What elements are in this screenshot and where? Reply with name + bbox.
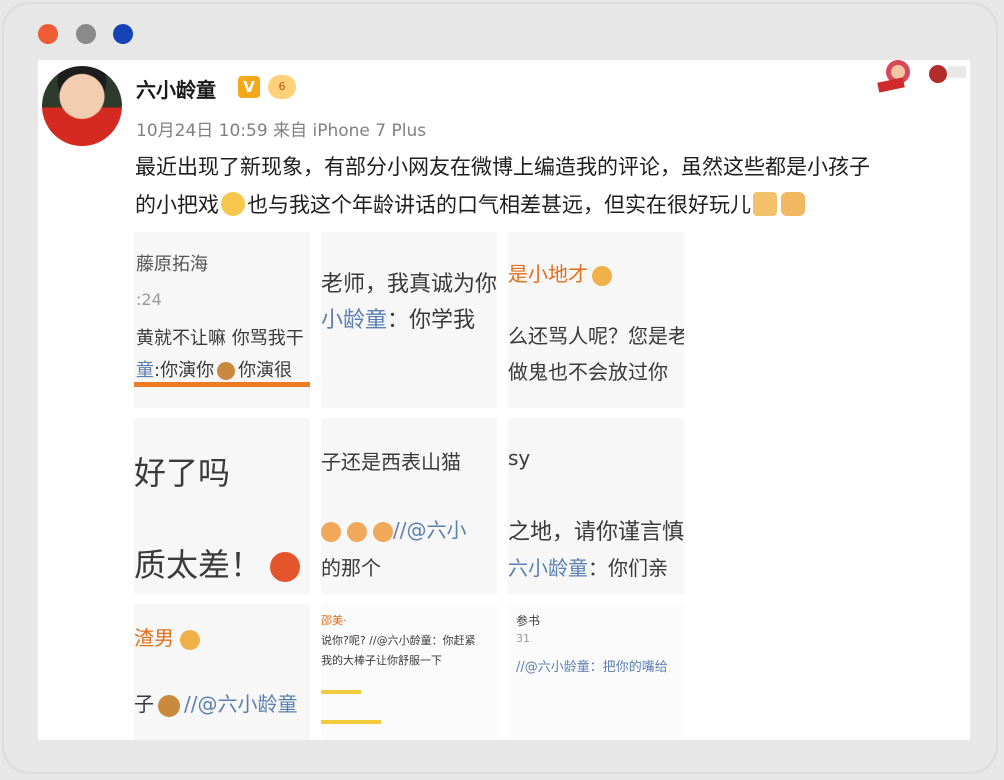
level-badge-icon: 6 (268, 75, 296, 99)
grid-1-line-4: 童:你演你 你演很 (136, 356, 292, 382)
grid-1-line-3: 黄就不让嘛 你骂我干 (136, 328, 304, 349)
grid-2-line-2: 小龄童：你学我 (321, 302, 475, 334)
grid-6-line-1: sy (508, 446, 531, 470)
grid-image-1[interactable]: 藤原拓海 :24 黄就不让嘛 你骂我干 童:你演你 你演很 (134, 232, 310, 408)
grid-image-8[interactable]: 邵美· 说你?呢? //@六小龄童：你赶紧 我的大棒子让你舒服一下 (321, 604, 497, 740)
grid-3-line-2: 么还骂人呢？您是老 (508, 324, 684, 348)
praying-emoji-icon (321, 521, 341, 542)
grid-image-5[interactable]: 子还是西表山猫 //@六小 的那个 (321, 418, 497, 594)
grid-9-line-1: 参书 (516, 614, 541, 628)
grid-1-line-4-text: :你演你 (154, 360, 215, 381)
author-name[interactable]: 六小龄童 (136, 74, 216, 103)
grid-5-line-2: //@六小 (321, 514, 466, 543)
grid-4-line-1: 好了吗 (134, 454, 231, 492)
grid-8-line-3: 我的大棒子让你舒服一下 (321, 654, 442, 667)
grid-7-line-1: 渣男 (134, 622, 200, 651)
crown-badge-icon (180, 629, 200, 650)
orange-divider (134, 382, 310, 387)
grid-image-9[interactable]: 参书 31 //@六小龄童：把你的嘴给 (508, 604, 684, 740)
thumbs-up-emoji-icon (753, 192, 777, 216)
yellow-divider (321, 720, 381, 724)
zoom-window-button[interactable] (113, 24, 133, 44)
grin-emoji-icon (221, 192, 245, 216)
grid-2-line-1: 老师，我真诚为你 (321, 272, 497, 297)
grid-image-3[interactable]: 是小地才 么还骂人呢？您是老 做鬼也不会放过你 (508, 232, 684, 408)
grid-2-text: ：你学我 (387, 308, 476, 333)
post-text-line-2: 的小把戏 也与我这个年龄讲话的口气相差甚远，但实在很好玩儿 (135, 186, 955, 224)
praying-emoji-icon (373, 521, 393, 542)
squirrel-emoji-icon (158, 694, 180, 717)
grid-4-line-2: 质太差！ (134, 540, 301, 586)
squirrel-emoji-icon (217, 362, 236, 380)
praying-emoji-icon (347, 521, 367, 542)
close-window-button[interactable] (38, 24, 58, 44)
grid-8-line-2: 说你?呢? //@六小龄童：你赶紧 (321, 634, 476, 647)
grid-image-7[interactable]: 渣男 子 //@六小龄童 (134, 604, 310, 740)
image-grid: 藤原拓海 :24 黄就不让嘛 你骂我干 童:你演你 你演很 老师，我真诚为你 小龄… (134, 232, 690, 740)
grid-6-link: 六小龄童 (508, 556, 588, 580)
grid-3-line-3: 做鬼也不会放过你 (508, 360, 668, 384)
grid-image-2[interactable]: 老师，我真诚为你 小龄童：你学我 (321, 232, 497, 408)
grid-7-username: 渣男 (134, 626, 174, 650)
post-text: 最近出现了新现象，有部分小网友在微博上编造我的评论，虽然这些都是小孩子 的小把戏… (135, 148, 955, 224)
handshake-emoji-icon (781, 192, 805, 216)
post-text-part-a: 的小把戏 (135, 193, 219, 217)
minimize-window-button[interactable] (76, 24, 96, 44)
post-text-part-b: 也与我这个年龄讲话的口气相差甚远，但实在很好玩儿 (247, 193, 751, 217)
grid-1-line-2: :24 (136, 290, 162, 309)
angry-emoji-icon (270, 552, 301, 582)
crown-badge-icon (592, 265, 612, 286)
yellow-divider (321, 690, 361, 694)
grid-7-link: //@六小龄童 (184, 692, 298, 716)
grid-4-text: 质太差！ (134, 546, 263, 584)
monkey-sticker-icon (877, 60, 966, 93)
weibo-post-card: 六小龄童 V 6 10月24日 10:59 来自 iPhone 7 Plus 最… (38, 60, 970, 740)
grid-7-text: 子 (134, 692, 154, 716)
grid-9-line-3: //@六小龄童：把你的嘴给 (516, 660, 668, 675)
grid-6-line-2: 之地，请你谨言慎 (508, 520, 684, 545)
grid-5-line-3: 的那个 (321, 556, 381, 580)
grid-1-line-1: 藤原拓海 (136, 254, 208, 275)
grid-image-4[interactable]: 好了吗 质太差！ (134, 418, 310, 594)
grid-1-line-4-link: 童 (136, 360, 154, 381)
app-window: 六小龄童 V 6 10月24日 10:59 来自 iPhone 7 Plus 最… (2, 2, 998, 774)
grid-image-6[interactable]: sy 之地，请你谨言慎 六小龄童：你们亲 (508, 418, 684, 594)
grid-6-line-3: 六小龄童：你们亲 (508, 552, 668, 581)
grid-6-text: ：你们亲 (588, 556, 668, 580)
grid-7-line-2: 子 //@六小龄童 (134, 688, 297, 717)
grid-1-line-4-tail: 你演很 (238, 360, 293, 381)
avatar[interactable] (42, 66, 122, 146)
post-text-line-1: 最近出现了新现象，有部分小网友在微博上编造我的评论，虽然这些都是小孩子 (135, 155, 870, 179)
grid-3-line-1: 是小地才 (508, 258, 612, 287)
grid-9-line-2: 31 (516, 632, 530, 645)
grid-8-line-1: 邵美· (321, 614, 347, 627)
verified-badge-icon: V (238, 76, 260, 98)
post-meta: 10月24日 10:59 来自 iPhone 7 Plus (136, 121, 427, 141)
grid-3-username: 是小地才 (508, 262, 588, 286)
grid-5-link: //@六小 (393, 518, 467, 542)
grid-2-link: 小龄童 (321, 308, 388, 333)
grid-5-line-1: 子还是西表山猫 (321, 450, 461, 474)
